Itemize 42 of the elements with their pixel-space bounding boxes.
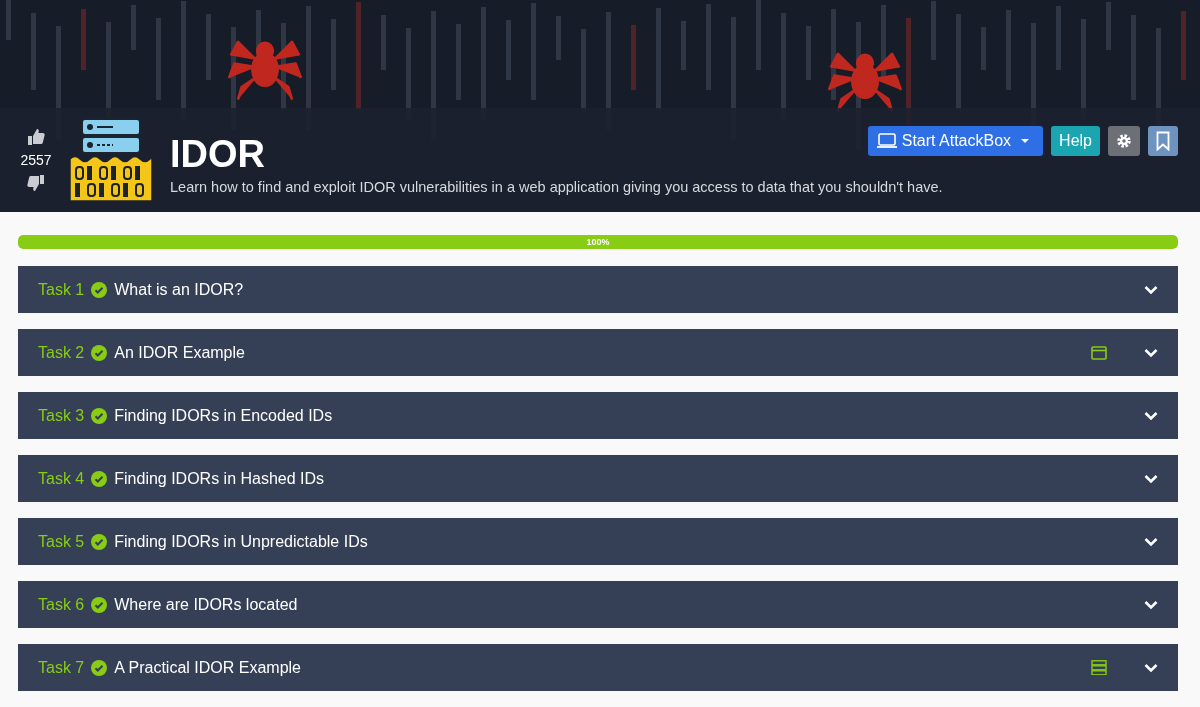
start-attackbox-button[interactable]: Start AttackBox	[867, 126, 1044, 156]
task-number: Task 3	[38, 406, 85, 425]
progress-label: 100%	[585, 236, 611, 249]
vote-count: 2557	[20, 152, 52, 168]
task-header[interactable]: Task 6 Where are IDORs located	[18, 581, 1178, 628]
task-title: Where are IDORs located	[114, 595, 299, 614]
chevron-down-icon[interactable]	[1144, 347, 1158, 358]
room-description: Learn how to find and exploit IDOR vulnerabilities in a web application giving you access to data that you shouldn't have.	[170, 179, 944, 195]
task-title: What is an IDOR?	[114, 280, 245, 299]
chevron-down-icon[interactable]	[1144, 410, 1158, 421]
bookmark-button[interactable]	[1148, 126, 1178, 156]
task-header[interactable]: Task 3 Finding IDORs in Encoded IDs	[18, 392, 1178, 439]
server-icon	[1091, 660, 1107, 675]
task-title: Finding IDORs in Encoded IDs	[114, 406, 334, 425]
chevron-down-icon[interactable]	[1144, 599, 1158, 610]
bookmark-icon	[1156, 131, 1170, 151]
task-title: An IDOR Example	[114, 343, 246, 362]
task-header[interactable]: Task 7 A Practical IDOR Example	[18, 644, 1178, 691]
chevron-down-icon[interactable]	[1144, 284, 1158, 295]
room-title: IDOR	[170, 135, 265, 173]
task-title: Finding IDORs in Unpredictable IDs	[114, 532, 369, 551]
task-header[interactable]: Task 4 Finding IDORs in Hashed IDs	[18, 455, 1178, 502]
chevron-down-icon[interactable]	[1144, 473, 1158, 484]
task-title: Finding IDORs in Hashed IDs	[114, 469, 326, 488]
chevron-down-icon[interactable]	[1144, 662, 1158, 673]
settings-icon	[1116, 133, 1132, 149]
settings-button[interactable]	[1108, 126, 1140, 156]
task-header[interactable]: Task 5 Finding IDORs in Unpredictable IDs	[18, 518, 1178, 565]
laptop-icon	[875, 133, 898, 149]
task-number: Task 7	[38, 658, 85, 677]
task-number: Task 6	[38, 595, 85, 614]
task-title: A Practical IDOR Example	[114, 658, 302, 677]
chevron-down-icon[interactable]	[1144, 536, 1158, 547]
task-header[interactable]: Task 1 What is an IDOR?	[18, 266, 1178, 313]
browser-window-icon	[1091, 345, 1107, 360]
task-header[interactable]: Task 2 An IDOR Example	[18, 329, 1178, 376]
thumbs-up-icon[interactable]	[27, 128, 45, 146]
thumbs-down-icon[interactable]	[27, 174, 45, 192]
task-number: Task 2	[38, 343, 85, 362]
task-number: Task 5	[38, 532, 85, 551]
task-number: Task 1	[38, 280, 85, 299]
task-number: Task 4	[38, 469, 85, 488]
